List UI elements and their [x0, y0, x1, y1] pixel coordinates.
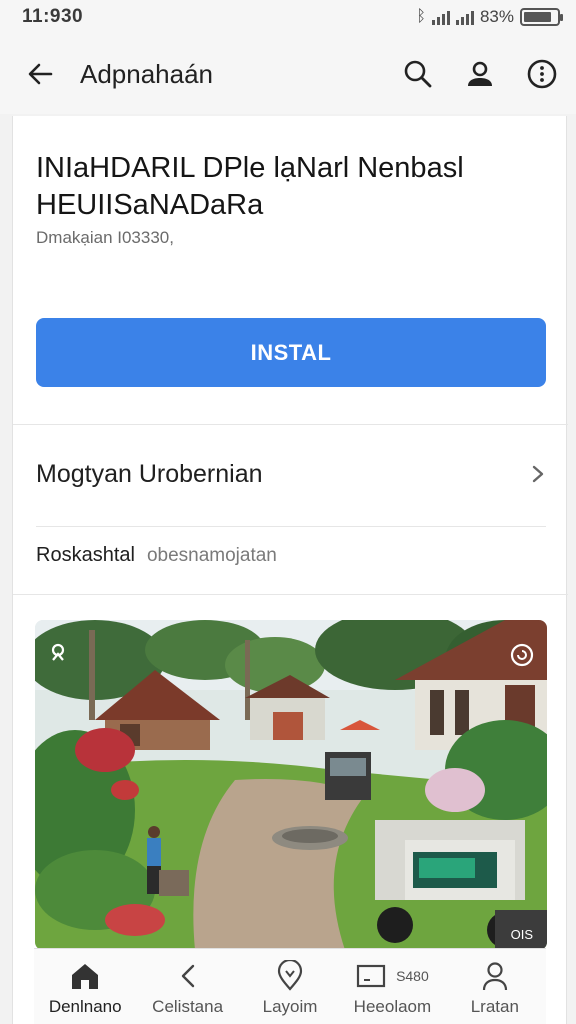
- screenshot-corner-label: OIS: [510, 927, 533, 942]
- nav-label-location: Layoim: [262, 997, 318, 1016]
- info-row: Roskashtal obesnamojatan: [36, 544, 277, 567]
- divider: [13, 424, 568, 425]
- nav-label-back: Celistana: [152, 997, 224, 1016]
- nav-item-device[interactable]: S480 Heeolaom: [341, 949, 443, 1024]
- divider: [13, 594, 568, 595]
- status-bar: 11:930 ᛒ 83%: [0, 0, 576, 34]
- nav-label-device: Heeolaom: [353, 997, 432, 1016]
- nav-item-home[interactable]: Denlnano: [34, 949, 136, 1024]
- page-title: Adpnahaán: [80, 58, 214, 89]
- back-arrow-icon: [28, 63, 53, 85]
- device-extra-label: S480: [396, 968, 429, 984]
- more-options-button[interactable]: [522, 54, 562, 94]
- app-meta: Dmakạian I03330,: [36, 228, 174, 247]
- home-icon: [72, 964, 99, 989]
- search-button[interactable]: [398, 54, 438, 94]
- signal-icon: [431, 9, 450, 25]
- rotate-icon[interactable]: [509, 642, 535, 668]
- nav-item-location[interactable]: Layoim: [239, 949, 341, 1024]
- chevron-right-icon: [532, 465, 544, 483]
- nav-label-home: Denlnano: [48, 997, 122, 1016]
- install-button[interactable]: INSTAL: [36, 318, 546, 387]
- app-bar: Adpnahaán: [0, 34, 576, 114]
- nav-label-profile: Lratan: [470, 997, 519, 1016]
- app-bar-actions: [398, 54, 562, 94]
- bottom-navigation: Denlnano Celistana Layoim S480 Heeolaom …: [34, 948, 546, 1024]
- app-name-line-2: HEUIISaNADaRa: [36, 189, 264, 221]
- tablet-icon: [356, 964, 386, 988]
- account-button[interactable]: [460, 54, 500, 94]
- search-icon: [404, 60, 432, 88]
- app-screenshot-preview[interactable]: OIS: [35, 620, 547, 950]
- back-button[interactable]: [20, 54, 60, 94]
- info-value: obesnamojatan: [146, 545, 277, 566]
- info-label: Roskashtal: [36, 544, 135, 566]
- attribution-icon: [51, 643, 65, 661]
- status-indicators: ᛒ 83%: [416, 7, 563, 27]
- person-icon: [482, 962, 507, 991]
- bluetooth-icon: ᛒ: [416, 8, 426, 25]
- status-time: 11:930: [22, 6, 84, 27]
- more-options-icon: [527, 59, 557, 89]
- battery-percent: 83%: [479, 7, 514, 26]
- chevron-left-icon: [181, 964, 194, 988]
- details-nav-label: Mogtyan Urobernian: [36, 459, 263, 488]
- garden-scene-image: [35, 620, 547, 950]
- details-nav-row[interactable]: Mogtyan Urobernian: [36, 442, 546, 506]
- app-details-card: INIaHDARIL DPle lạNarl Nenbasl HEUIISaNA…: [12, 116, 568, 1024]
- app-name-line-1: INIaHDARIL DPle lạNarl Nenbasl: [36, 152, 464, 184]
- signal-icon-2: [455, 9, 474, 25]
- nav-item-back[interactable]: Celistana: [136, 949, 238, 1024]
- divider: [36, 526, 546, 527]
- account-icon: [468, 61, 492, 86]
- map-pin-icon: [277, 960, 303, 991]
- battery-icon: [520, 8, 563, 26]
- nav-item-profile[interactable]: Lratan: [444, 949, 546, 1024]
- app-name: INIaHDARIL DPle lạNarl Nenbasl HEUIISaNA…: [36, 150, 546, 224]
